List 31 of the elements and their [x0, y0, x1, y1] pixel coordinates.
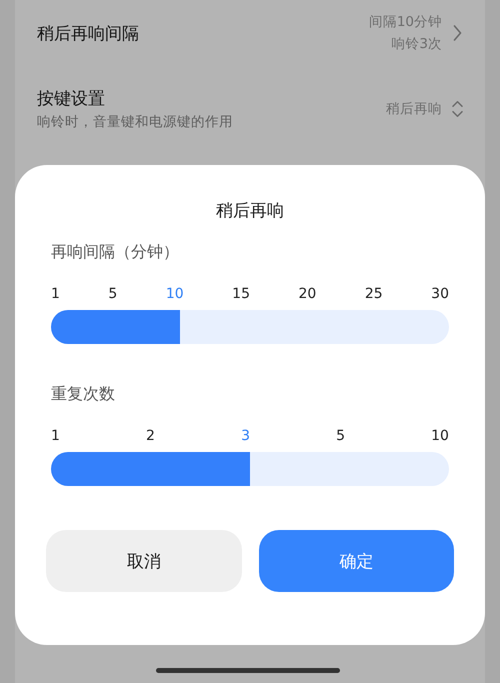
slider-label: 重复次数: [51, 384, 116, 405]
setting-value: 响铃3次: [390, 35, 442, 54]
tick-label[interactable]: 25: [364, 286, 383, 302]
tick-label[interactable]: 3: [241, 428, 250, 444]
chevron-right-icon: [452, 24, 463, 42]
tick-label[interactable]: 10: [431, 428, 449, 444]
setting-value: 间隔10分钟: [368, 13, 442, 32]
tick-label[interactable]: 5: [108, 286, 118, 302]
confirm-button[interactable]: 确定: [258, 530, 454, 592]
settings-row[interactable]: 按键设置 响铃时，音量键和电源键的作用 稍后再响: [37, 66, 463, 152]
tick-label[interactable]: 30: [431, 286, 449, 302]
tick-label[interactable]: 5: [336, 428, 346, 444]
tick-label[interactable]: 1: [51, 286, 60, 302]
cancel-button[interactable]: 取消: [46, 530, 242, 592]
slider-label: 再响间隔（分钟）: [51, 242, 180, 263]
slider-fill[interactable]: [51, 452, 250, 486]
slider-track[interactable]: [51, 310, 449, 344]
settings-row[interactable]: 稍后再响间隔 间隔10分钟 响铃3次: [37, 0, 463, 66]
dialog-title: 稍后再响: [215, 200, 285, 222]
tick-label[interactable]: 10: [166, 286, 184, 302]
setting-value: 稍后再响: [386, 100, 442, 119]
tick-label[interactable]: 20: [298, 286, 316, 302]
tick-label[interactable]: 2: [146, 428, 155, 444]
slider-track[interactable]: [51, 452, 449, 486]
setting-title: 稍后再响间隔: [37, 22, 140, 44]
tick-label[interactable]: 1: [51, 428, 60, 444]
slider-fill[interactable]: [51, 310, 180, 344]
setting-description: 响铃时，音量键和电源键的作用: [37, 113, 234, 131]
up-down-chevron-icon: [452, 100, 463, 118]
setting-title: 按键设置: [37, 88, 106, 110]
tick-label[interactable]: 15: [232, 286, 250, 302]
